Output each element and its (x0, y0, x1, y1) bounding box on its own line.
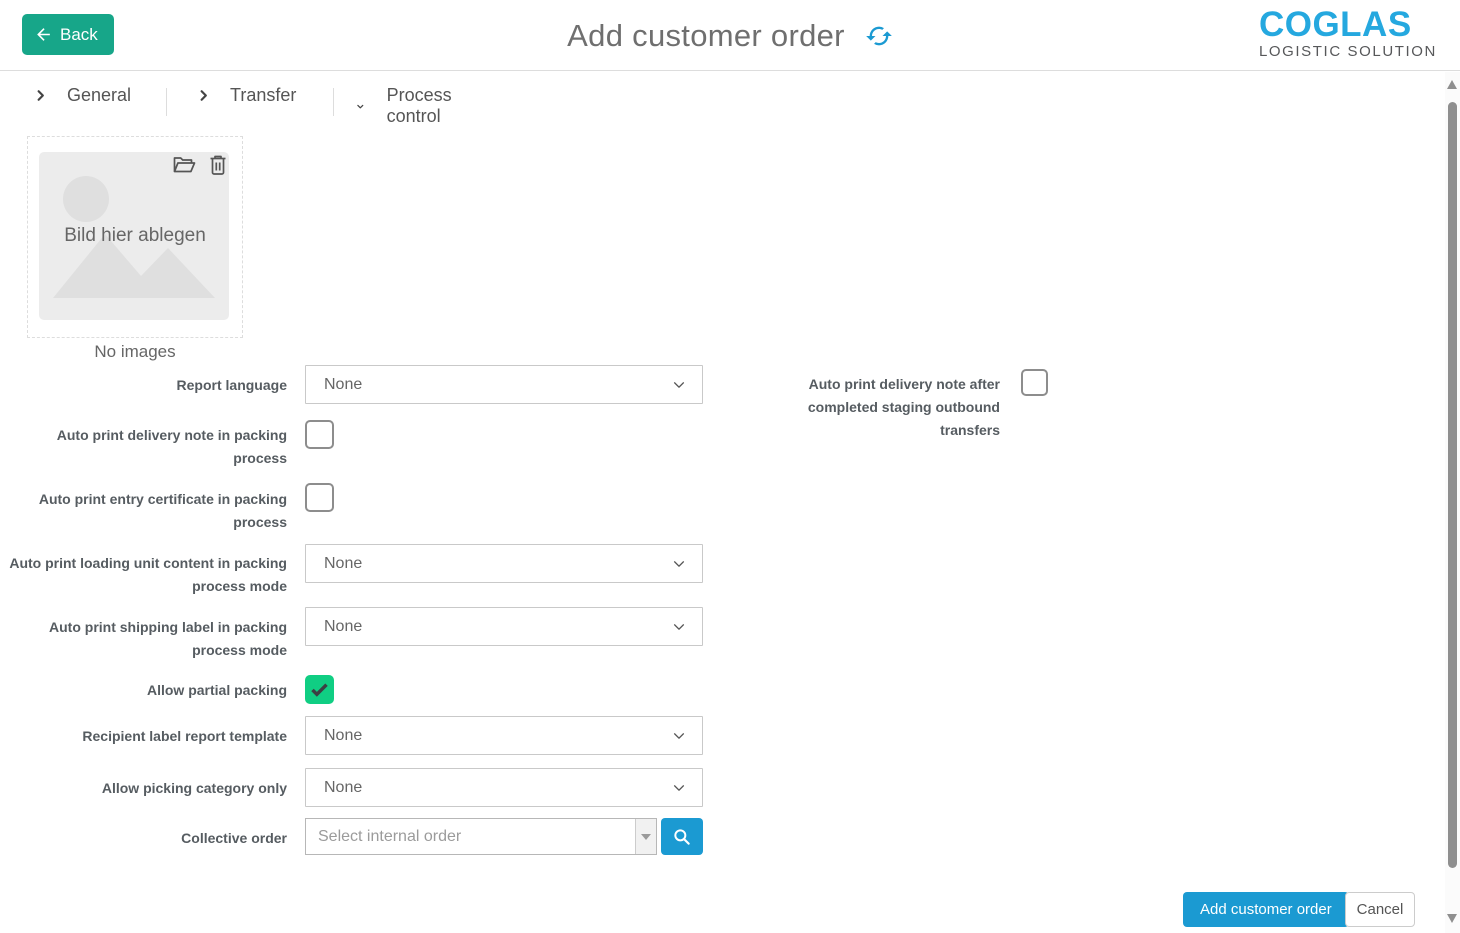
page-title: Add customer order (567, 18, 845, 54)
auto-print-after-staging-checkbox[interactable] (1021, 369, 1048, 396)
auto-print-delivery-note-packing-checkbox[interactable] (305, 420, 334, 449)
check-icon (309, 679, 330, 700)
recipient-label-template-select[interactable]: None (305, 716, 703, 755)
top-header: Back Add customer order COGLAS LOGISTIC … (0, 0, 1460, 71)
dropzone-hint: Bild hier ablegen (28, 225, 242, 247)
section-divider (166, 88, 167, 116)
chevron-right-icon (33, 88, 48, 103)
trash-icon (206, 153, 230, 177)
scroll-down-arrow[interactable] (1447, 914, 1457, 923)
auto-print-delivery-note-packing-label: Auto print delivery note in packing proc… (2, 424, 287, 470)
collective-order-dropdown-toggle[interactable] (635, 819, 656, 854)
scrollbar-thumb[interactable] (1448, 102, 1457, 868)
arrow-left-icon (34, 25, 53, 44)
allow-picking-category-label: Allow picking category only (2, 777, 287, 800)
recipient-label-template-label: Recipient label report template (2, 725, 287, 748)
section-transfer[interactable]: Transfer (196, 85, 296, 106)
collective-order-search-button[interactable] (661, 818, 703, 855)
logo-subtitle: LOGISTIC SOLUTION (1259, 43, 1437, 61)
section-general[interactable]: General (33, 85, 131, 106)
collective-order-label: Collective order (2, 827, 287, 850)
auto-print-shipping-label-select[interactable]: None (305, 607, 703, 646)
auto-print-after-staging-label: Auto print delivery note after completed… (765, 373, 1000, 442)
open-folder-button[interactable] (172, 153, 196, 177)
logo-text: COGLAS (1259, 7, 1437, 43)
scroll-up-arrow[interactable] (1447, 80, 1457, 89)
chevron-down-icon (356, 99, 365, 114)
auto-print-loading-unit-select[interactable]: None (305, 544, 703, 583)
report-language-label: Report language (2, 374, 287, 397)
section-general-label: General (67, 85, 131, 106)
chevron-down-icon (672, 781, 686, 795)
chevron-down-icon (672, 729, 686, 743)
cancel-button[interactable]: Cancel (1345, 892, 1415, 927)
chevron-down-icon (672, 620, 686, 634)
section-transfer-label: Transfer (230, 85, 296, 106)
chevron-down-icon (672, 378, 686, 392)
folder-open-icon (172, 153, 196, 177)
auto-print-shipping-label-label: Auto print shipping label in packing pro… (2, 616, 287, 662)
auto-print-loading-unit-label: Auto print loading unit content in packi… (2, 552, 287, 598)
collective-order-input[interactable] (306, 819, 635, 854)
auto-print-entry-certificate-checkbox[interactable] (305, 483, 334, 512)
report-language-select[interactable]: None (305, 365, 703, 404)
delete-image-button[interactable] (206, 153, 230, 177)
coglas-logo: COGLAS LOGISTIC SOLUTION (1259, 7, 1437, 61)
refresh-icon[interactable] (865, 22, 893, 50)
add-customer-order-button[interactable]: Add customer order (1183, 892, 1349, 927)
vertical-scrollbar (1445, 72, 1460, 933)
back-button[interactable]: Back (22, 14, 114, 55)
section-divider (333, 88, 334, 116)
allow-partial-packing-label: Allow partial packing (2, 679, 287, 702)
allow-partial-packing-checkbox[interactable] (305, 675, 334, 704)
collective-order-combobox (305, 818, 657, 855)
section-process-control[interactable]: Process control (356, 85, 458, 127)
search-icon (672, 827, 692, 847)
auto-print-entry-certificate-label: Auto print entry certificate in packing … (2, 488, 287, 534)
image-dropzone[interactable]: Bild hier ablegen (27, 136, 243, 338)
section-process-control-label: Process control (387, 85, 458, 127)
chevron-right-icon (196, 88, 211, 103)
caret-down-icon (641, 834, 651, 840)
chevron-down-icon (672, 557, 686, 571)
allow-picking-category-select[interactable]: None (305, 768, 703, 807)
add-customer-order-page: Back Add customer order COGLAS LOGISTIC … (0, 0, 1460, 933)
no-images-status: No images (27, 342, 243, 362)
back-button-label: Back (60, 25, 98, 45)
